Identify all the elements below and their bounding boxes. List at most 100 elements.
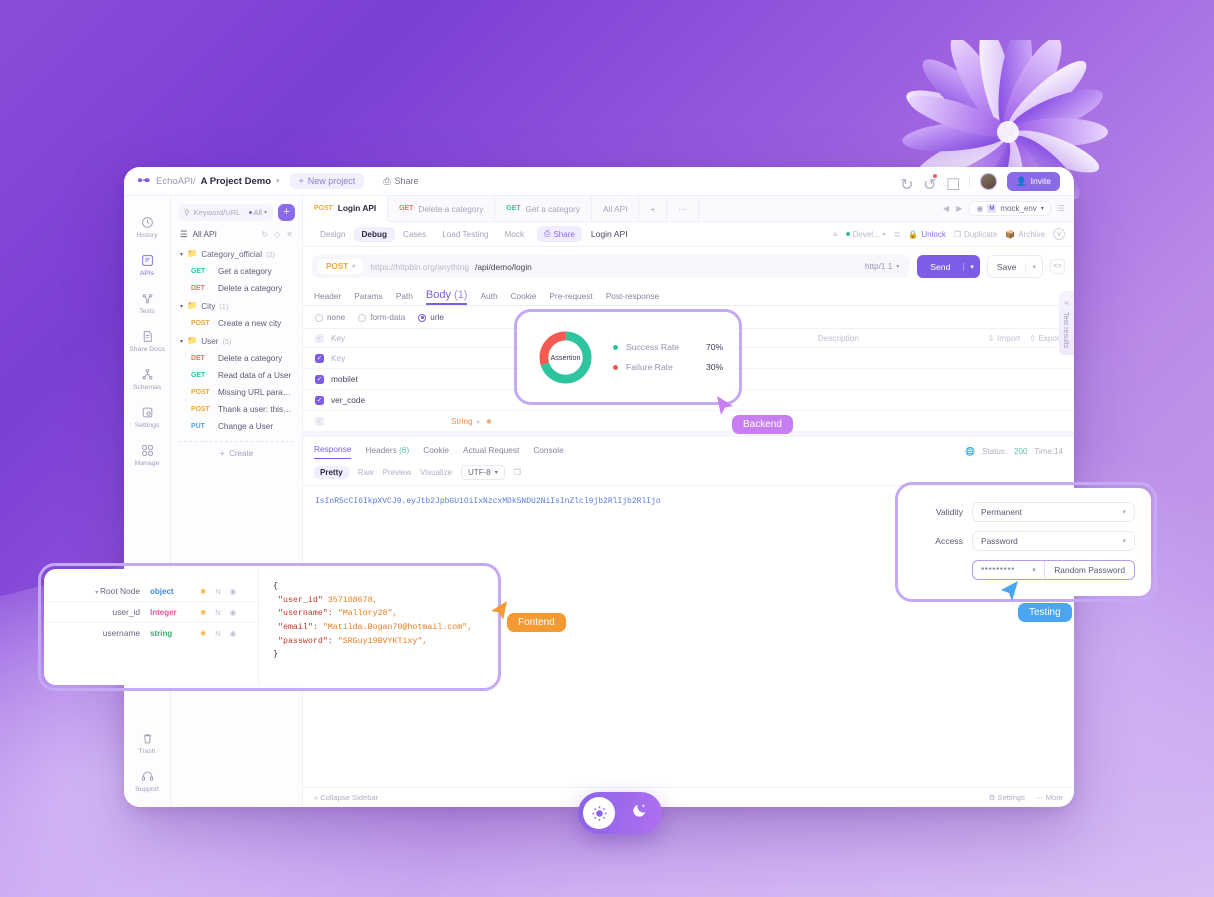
tree-group-header[interactable]: ▾ 📁 User (5) [171, 332, 302, 350]
close-icon[interactable]: ✕ [286, 230, 293, 239]
encoding-select[interactable]: UTF-8 ▾ [461, 465, 505, 480]
nullable-label[interactable]: N [215, 608, 220, 617]
tab-pre-request[interactable]: Pre-request [549, 291, 592, 305]
schema-row[interactable]: ▾ Root Node object ✱ N ◉ [44, 581, 258, 602]
dark-mode-option[interactable] [631, 802, 657, 824]
rail-item-schemas[interactable]: Schemas [124, 360, 170, 398]
tab-path[interactable]: Path [396, 291, 413, 305]
archive-button[interactable]: 📦 Archive [1005, 230, 1045, 239]
project-name[interactable]: A Project Demo [201, 176, 271, 187]
rail-item-manage[interactable]: Manage [124, 436, 170, 474]
collapse-sidebar-button[interactable]: « Collapse Sidebar [314, 793, 378, 802]
rail-item-settings[interactable]: Settings [124, 398, 170, 436]
rail-item-tests[interactable]: Tests [124, 284, 170, 322]
unlock-button[interactable]: 🔒 Unlock [908, 230, 945, 239]
notification-bell-icon[interactable]: ↺ [923, 173, 938, 194]
panel-icon[interactable]: ☐ [946, 175, 960, 194]
theme-toggle[interactable] [578, 792, 662, 834]
tree-node[interactable]: GET Get a category [171, 263, 302, 280]
password-input[interactable]: ********* ▾ [973, 561, 1044, 579]
environment-status[interactable]: Devel... ▾ [845, 230, 886, 239]
filter-icon[interactable]: ◇ [274, 230, 280, 239]
send-button[interactable]: Send ▾ [917, 255, 980, 278]
invite-button[interactable]: 👤 Invite [1007, 171, 1060, 191]
tab-console[interactable]: Console [533, 445, 563, 459]
settings-button[interactable]: ⚙ Settings [989, 793, 1025, 802]
row-key[interactable]: mobilet [331, 374, 451, 384]
rail-item-share-docs[interactable]: Share Docs [124, 322, 170, 360]
tree-node[interactable]: DET Delete a category [171, 280, 302, 297]
rail-item-apis[interactable]: APIs [124, 246, 170, 284]
more-button[interactable]: ⋯ More [1036, 793, 1063, 802]
tab-delete-a-category[interactable]: GET Delete a category [388, 196, 496, 221]
tab-cases[interactable]: Cases [395, 227, 434, 242]
rail-item-trash[interactable]: Trash [124, 724, 170, 762]
row-type-select[interactable]: String ▾ ✱ [451, 416, 541, 426]
method-select[interactable]: POST ▾ [318, 259, 364, 274]
save-button[interactable]: Save ▾ [986, 255, 1043, 278]
schema-row[interactable]: username string ✱ N ◉ [44, 623, 258, 643]
copy-icon[interactable]: ❐ [514, 468, 521, 477]
all-api-row[interactable]: ☰ All API ↻ ◇ ✕ [171, 227, 302, 245]
tab-design[interactable]: Design [312, 227, 354, 242]
tab-params[interactable]: Params [354, 291, 383, 305]
share-request-button[interactable]: ⎙ Share [537, 226, 582, 242]
schema-field-type[interactable]: Integer [150, 608, 200, 617]
tree-group-header[interactable]: ▾ 📁 Category_official (2) [171, 245, 302, 263]
http-version-select[interactable]: http/1.1 ▾ [865, 262, 906, 271]
tab-cookie[interactable]: Cookie [511, 291, 537, 305]
format-preview[interactable]: Preview [383, 468, 411, 477]
chevron-down-icon[interactable]: ▾ [1025, 262, 1042, 271]
settings-icon[interactable]: ◉ [230, 629, 237, 638]
tab-cookie[interactable]: Cookie [423, 445, 449, 459]
tree-node[interactable]: POST Thank a user: this is qui... [171, 401, 302, 418]
sort-icon[interactable]: ≡ [833, 230, 838, 239]
format-raw[interactable]: Raw [358, 468, 374, 477]
refresh-icon[interactable]: ↻ [261, 230, 268, 239]
code-snippet-icon[interactable]: <> [1050, 259, 1065, 274]
add-api-button[interactable]: + [278, 204, 295, 221]
rail-item-history[interactable]: History [124, 208, 170, 246]
rail-item-support[interactable]: Support [124, 762, 170, 807]
tab-mock[interactable]: Mock [496, 227, 532, 242]
duplicate-button[interactable]: ❐ Duplicate [954, 230, 998, 239]
schema-field-type[interactable]: string [150, 629, 200, 638]
radio-none[interactable]: none [315, 313, 345, 322]
row-key[interactable]: Key [331, 353, 451, 363]
tree-node[interactable]: DET Delete a category [171, 350, 302, 367]
row-checkbox[interactable]: ✓ [315, 353, 324, 363]
random-password-button[interactable]: Random Password [1044, 561, 1134, 579]
required-star-icon[interactable]: ✱ [200, 608, 206, 617]
radio-form-data[interactable]: form-data [358, 313, 405, 322]
required-star-icon[interactable]: ✱ [200, 587, 206, 596]
create-button[interactable]: + Create [179, 441, 294, 458]
export-button[interactable]: ⇧ Export [1029, 333, 1062, 343]
menu-icon[interactable]: ☰ [1058, 204, 1065, 213]
refresh-icon[interactable]: ↻ [900, 175, 913, 194]
tab-login-api[interactable]: POST Login API [303, 196, 389, 222]
settings-icon[interactable]: ◉ [230, 608, 237, 617]
table-row[interactable]: ✓ String ▾ ✱ [303, 411, 1074, 431]
nullable-label[interactable]: N [215, 629, 220, 638]
tab-scroll-left-icon[interactable]: ◀ [943, 204, 949, 213]
chevron-down-icon[interactable]: ▾ [963, 262, 980, 271]
tab-headers[interactable]: Headers (6) [365, 445, 409, 459]
history-list-icon[interactable]: ≣ [894, 230, 901, 239]
search-input[interactable]: ⚲ Keyword/URL All ▾ [178, 204, 273, 221]
tab-get-a-category[interactable]: GET Get a category [495, 196, 592, 221]
settings-icon[interactable]: ◉ [230, 587, 237, 596]
url-bar[interactable]: POST ▾ https://httpbin.org/anything/api/… [312, 255, 911, 278]
radio-urlencoded[interactable]: urle [418, 313, 444, 322]
light-mode-knob[interactable] [583, 797, 615, 829]
tab-post-response[interactable]: Post-response [606, 291, 660, 305]
schema-field-type[interactable]: object [150, 587, 200, 596]
chevron-down-icon[interactable]: ▾ [276, 177, 280, 185]
tree-group-header[interactable]: ▾ 📁 City (1) [171, 297, 302, 315]
test-results-side-tab[interactable]: « Test results [1059, 291, 1074, 356]
tab-body[interactable]: Body (1) [425, 289, 468, 305]
avatar[interactable] [980, 172, 998, 190]
tab-response[interactable]: Response [314, 444, 352, 459]
tab-actual-request[interactable]: Actual Request [463, 445, 519, 459]
row-checkbox[interactable]: ✓ [315, 395, 324, 405]
row-key[interactable]: ver_code [331, 395, 451, 405]
